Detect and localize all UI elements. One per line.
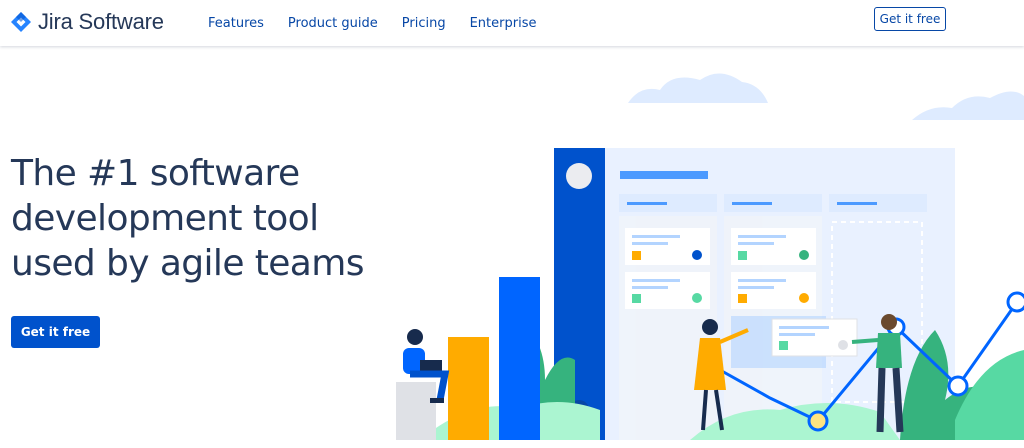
- hero-illustration: [396, 73, 1024, 440]
- task-card: [625, 228, 710, 265]
- header-get-it-free-button[interactable]: Get it free: [874, 7, 946, 31]
- nav-product-guide[interactable]: Product guide: [288, 16, 378, 31]
- jira-logo[interactable]: Jira Software: [11, 9, 164, 35]
- brand-name: Jira Software: [38, 9, 164, 34]
- nav-pricing[interactable]: Pricing: [402, 16, 446, 31]
- main-nav: Features Product guide Pricing Enterpris…: [208, 16, 560, 31]
- chart-bar: [499, 277, 540, 440]
- dragged-card: [771, 318, 858, 357]
- hero-title: The #1 software development tool used by…: [11, 153, 364, 284]
- jira-logo-icon: [11, 12, 31, 32]
- site-header: Jira Software Features Product guide Pri…: [0, 0, 1024, 46]
- nav-features[interactable]: Features: [208, 16, 264, 31]
- nav-enterprise[interactable]: Enterprise: [470, 16, 537, 31]
- cloud-icon: [628, 73, 1024, 120]
- avatar-circle: [566, 163, 592, 189]
- hero-get-it-free-button[interactable]: Get it free: [11, 316, 100, 348]
- task-card: [731, 228, 816, 265]
- chart-bar: [448, 337, 489, 440]
- task-card: [731, 272, 816, 309]
- task-card: [625, 272, 710, 309]
